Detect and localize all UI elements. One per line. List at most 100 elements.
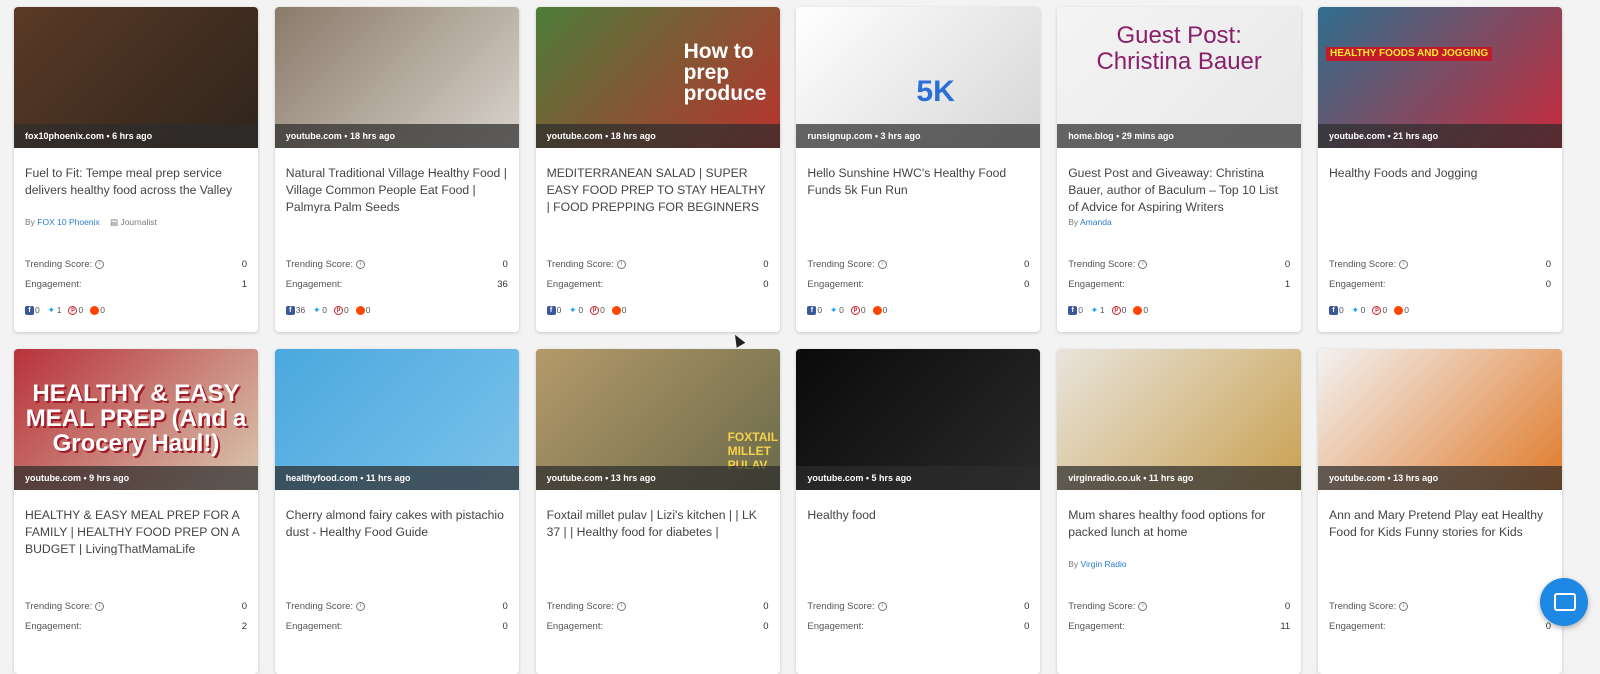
article-title[interactable]: Healthy food xyxy=(807,507,1029,555)
engagement-label: Engagement: xyxy=(1328,279,1386,290)
byline-prefix: By xyxy=(1068,559,1079,569)
thumbnail-text: Guest Post: Christina Bauer xyxy=(1096,22,1262,76)
article-thumbnail[interactable]: 5K runsignup.com • 3 hrs ago xyxy=(796,7,1041,148)
reddit-icon xyxy=(90,306,100,316)
reddit-count: 0 xyxy=(90,305,105,316)
pinterest-icon: p xyxy=(850,306,860,316)
article-thumbnail[interactable]: HEALTHY FOODS AND JOGGING youtube.com • … xyxy=(1317,7,1562,148)
facebook-count: f 36 xyxy=(285,305,305,316)
article-card[interactable]: fox10phoenix.com • 6 hrs ago Fuel to Fit… xyxy=(14,7,258,332)
article-thumbnail[interactable]: healthyfood.com • 11 hrs ago xyxy=(274,349,519,490)
twitter-icon: ✦ xyxy=(829,305,838,316)
article-title[interactable]: Healthy Foods and Jogging xyxy=(1329,165,1551,213)
article-card[interactable]: virginradio.co.uk • 11 hrs ago Mum share… xyxy=(1057,349,1302,674)
info-icon[interactable]: i xyxy=(877,259,887,269)
article-card[interactable]: youtube.com • 18 hrs ago Natural Traditi… xyxy=(274,7,519,332)
article-title[interactable]: Foxtail millet pulav | Lizi's kitchen | … xyxy=(547,507,769,555)
trending-score-row: Trending Score:i 0 xyxy=(1068,601,1290,612)
engagement-value: 0 xyxy=(1545,279,1551,290)
info-icon[interactable]: i xyxy=(616,259,626,269)
info-icon[interactable]: i xyxy=(356,601,366,611)
engagement-row: Engagement: 1 xyxy=(25,279,247,290)
article-thumbnail[interactable]: youtube.com • 13 hrs ago xyxy=(1317,349,1562,490)
social-counts: f0 ✦ 0 p0 0 xyxy=(546,305,627,316)
article-title[interactable]: Ann and Mary Pretend Play eat Healthy Fo… xyxy=(1329,507,1551,555)
info-icon[interactable]: i xyxy=(616,601,626,611)
engagement-value: 1 xyxy=(1284,279,1291,290)
facebook-count: f0 xyxy=(546,305,561,316)
article-card[interactable]: How to prep produce youtube.com • 18 hrs… xyxy=(535,7,780,332)
byline xyxy=(1329,217,1551,231)
engagement-label: Engagement: xyxy=(546,279,604,290)
twitter-icon: ✦ xyxy=(569,305,577,316)
source-timestamp: home.blog • 29 mins ago xyxy=(1057,124,1302,148)
engagement-value: 36 xyxy=(497,279,508,290)
info-icon[interactable]: i xyxy=(95,601,105,611)
info-icon[interactable]: i xyxy=(356,259,366,269)
engagement-row: Engagement: 0 xyxy=(1329,621,1551,632)
article-card[interactable]: 5K runsignup.com • 3 hrs ago Hello Sunsh… xyxy=(796,7,1041,332)
article-card[interactable]: HEALTHY FOODS AND JOGGING youtube.com • … xyxy=(1317,7,1562,332)
info-icon[interactable]: i xyxy=(1138,259,1148,269)
article-title[interactable]: MEDITERRANEAN SALAD | SUPER EASY FOOD PR… xyxy=(547,165,769,213)
article-thumbnail[interactable]: FOXTAIL MILLET PULAV youtube.com • 13 hr… xyxy=(535,349,780,490)
article-title[interactable]: HEALTHY & EASY MEAL PREP FOR A FAMILY | … xyxy=(25,507,247,555)
trending-score-label: Trending Score: xyxy=(1068,601,1136,612)
info-icon[interactable]: i xyxy=(1399,601,1409,611)
twitter-count: ✦ 0 xyxy=(1351,305,1366,316)
twitter-count: ✦ 1 xyxy=(47,305,62,316)
trending-score-value: 0 xyxy=(1024,601,1030,612)
article-card[interactable]: youtube.com • 5 hrs ago Healthy food Tre… xyxy=(796,349,1041,674)
trending-score-label: Trending Score: xyxy=(1328,259,1397,270)
info-icon[interactable]: i xyxy=(95,259,105,269)
trending-score-label: Trending Score: xyxy=(546,601,614,612)
reddit-count: 0 xyxy=(1133,305,1148,316)
pinterest-count: p0 xyxy=(590,305,605,316)
article-card[interactable]: Guest Post: Christina Bauer home.blog • … xyxy=(1057,7,1302,332)
twitter-icon: ✦ xyxy=(312,305,321,316)
pinterest-count: p0 xyxy=(850,305,866,316)
author-link[interactable]: FOX 10 Phoenix xyxy=(37,217,99,227)
article-title[interactable]: Fuel to Fit: Tempe meal prep service del… xyxy=(25,165,247,213)
trending-score-label: Trending Score: xyxy=(546,259,614,270)
article-thumbnail[interactable]: fox10phoenix.com • 6 hrs ago xyxy=(14,7,258,148)
trending-score-row: Trending Score:i 0 xyxy=(286,259,508,270)
trending-score-row: Trending Score:i 0 xyxy=(1329,601,1551,612)
article-thumbnail[interactable]: How to prep produce youtube.com • 18 hrs… xyxy=(535,7,780,148)
article-card[interactable]: youtube.com • 13 hrs ago Ann and Mary Pr… xyxy=(1317,349,1562,674)
trending-score-value: 0 xyxy=(1545,259,1551,270)
article-thumbnail[interactable]: Guest Post: Christina Bauer home.blog • … xyxy=(1057,7,1302,148)
article-thumbnail[interactable]: HEALTHY & EASY MEAL PREP (And a Grocery … xyxy=(14,349,258,490)
reddit-count: 0 xyxy=(355,305,370,316)
facebook-icon: f xyxy=(546,306,556,316)
social-counts: f0 ✦ 1 p0 0 xyxy=(25,305,105,316)
article-title[interactable]: Natural Traditional Village Healthy Food… xyxy=(286,165,508,213)
reddit-icon xyxy=(611,306,621,316)
journalist-icon: ▤ xyxy=(110,217,119,227)
article-card[interactable]: healthyfood.com • 11 hrs ago Cherry almo… xyxy=(274,349,519,674)
info-icon[interactable]: i xyxy=(1138,601,1148,611)
pinterest-icon: p xyxy=(1372,306,1382,316)
info-icon[interactable]: i xyxy=(1399,259,1409,269)
byline xyxy=(286,217,508,231)
article-card[interactable]: HEALTHY & EASY MEAL PREP (And a Grocery … xyxy=(14,349,258,674)
chat-widget-button[interactable] xyxy=(1540,578,1588,626)
article-title[interactable]: Guest Post and Giveaway: Christina Bauer… xyxy=(1068,165,1290,213)
byline xyxy=(286,559,508,573)
engagement-value: 0 xyxy=(502,621,508,632)
article-thumbnail[interactable]: virginradio.co.uk • 11 hrs ago xyxy=(1057,349,1302,490)
article-thumbnail[interactable]: youtube.com • 5 hrs ago xyxy=(796,349,1041,490)
author-link[interactable]: Amanda xyxy=(1080,217,1112,227)
facebook-icon: f xyxy=(807,306,817,316)
article-card[interactable]: FOXTAIL MILLET PULAV youtube.com • 13 hr… xyxy=(535,349,780,674)
article-title[interactable]: Mum shares healthy food options for pack… xyxy=(1068,507,1290,555)
info-icon[interactable]: i xyxy=(877,601,887,611)
byline-prefix: By xyxy=(25,217,35,227)
article-title[interactable]: Cherry almond fairy cakes with pistachio… xyxy=(286,507,508,555)
article-title[interactable]: Hello Sunshine HWC's Healthy Food Funds … xyxy=(807,165,1029,213)
article-thumbnail[interactable]: youtube.com • 18 hrs ago xyxy=(274,7,519,148)
trending-score-value: 0 xyxy=(502,601,508,612)
byline: By FOX 10 Phoenix ▤ Journalist xyxy=(25,217,247,231)
engagement-label: Engagement: xyxy=(1068,279,1125,290)
author-link[interactable]: Virgin Radio xyxy=(1080,559,1126,569)
